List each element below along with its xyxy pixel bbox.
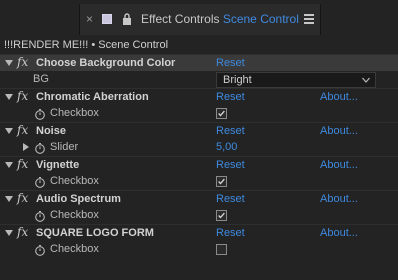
checkbox[interactable] xyxy=(216,244,227,255)
about-button[interactable]: About... xyxy=(320,125,358,137)
effect-name: Vignette xyxy=(36,159,80,171)
effect-row-audio-spectrum[interactable]: fx Audio Spectrum Reset About... xyxy=(0,190,398,207)
twirl-down-icon[interactable] xyxy=(5,93,13,101)
effect-controls-panel: !!!RENDER ME!!! • Scene Control fx Choos… xyxy=(0,37,398,280)
reset-button[interactable]: Reset xyxy=(216,125,245,137)
param-row-checkbox: Checkbox xyxy=(0,241,398,258)
param-label: Checkbox xyxy=(50,209,99,221)
reset-button[interactable]: Reset xyxy=(216,193,245,205)
fx-icon[interactable]: fx xyxy=(17,157,28,171)
chevron-down-icon xyxy=(362,77,370,83)
stopwatch-icon[interactable] xyxy=(34,142,46,154)
dropdown-value: Bright xyxy=(223,74,252,86)
effect-row-vignette[interactable]: fx Vignette Reset About... xyxy=(0,156,398,173)
effect-name: Chromatic Aberration xyxy=(36,91,149,103)
about-button[interactable]: About... xyxy=(320,193,358,205)
param-row-slider: Slider 5,00 xyxy=(0,139,398,156)
param-label: Slider xyxy=(50,141,79,153)
param-row-checkbox: Checkbox xyxy=(0,173,398,190)
effect-name: SQUARE LOGO FORM xyxy=(36,227,154,239)
lock-icon[interactable] xyxy=(121,12,133,26)
about-button[interactable]: About... xyxy=(320,91,358,103)
param-row-checkbox: Checkbox xyxy=(0,105,398,122)
tab-layer-name[interactable]: Scene Control xyxy=(223,12,299,26)
close-icon[interactable]: × xyxy=(86,13,96,25)
fx-icon[interactable]: fx xyxy=(17,55,28,69)
slider-value[interactable]: 5,00 xyxy=(216,141,237,153)
effect-row-square-logo-form[interactable]: fx SQUARE LOGO FORM Reset About... xyxy=(0,224,398,241)
fx-icon[interactable]: fx xyxy=(17,191,28,205)
fx-icon[interactable]: fx xyxy=(17,225,28,239)
fx-icon[interactable]: fx xyxy=(17,123,28,137)
reset-button[interactable]: Reset xyxy=(216,227,245,239)
reset-button[interactable]: Reset xyxy=(216,57,245,69)
effect-row-noise[interactable]: fx Noise Reset About... xyxy=(0,122,398,139)
checkbox[interactable] xyxy=(216,176,227,187)
effect-name: Noise xyxy=(36,125,66,137)
param-label: BG xyxy=(33,73,49,85)
twirl-down-icon[interactable] xyxy=(5,59,13,67)
tab-title-label: Effect Controls xyxy=(141,12,220,26)
about-button[interactable]: About... xyxy=(320,159,358,171)
breadcrumb: !!!RENDER ME!!! • Scene Control xyxy=(4,39,169,51)
label-color-swatch xyxy=(102,14,112,24)
menu-icon[interactable] xyxy=(304,14,314,24)
stopwatch-icon[interactable] xyxy=(34,176,46,188)
twirl-down-icon[interactable] xyxy=(5,161,13,169)
param-label: Checkbox xyxy=(50,175,99,187)
fx-icon[interactable]: fx xyxy=(17,89,28,103)
reset-button[interactable]: Reset xyxy=(216,91,245,103)
effect-controls-tab[interactable]: × Effect Controls Scene Control xyxy=(79,4,321,35)
param-row-bg: BG Bright xyxy=(0,71,398,88)
param-label: Checkbox xyxy=(50,107,99,119)
effect-name: Choose Background Color xyxy=(36,57,176,69)
stopwatch-icon[interactable] xyxy=(34,108,46,120)
param-label: Checkbox xyxy=(50,243,99,255)
about-button[interactable]: About... xyxy=(320,227,358,239)
bg-dropdown[interactable]: Bright xyxy=(216,72,376,88)
stopwatch-icon[interactable] xyxy=(34,244,46,256)
twirl-down-icon[interactable] xyxy=(5,127,13,135)
checkbox[interactable] xyxy=(216,210,227,221)
twirl-down-icon[interactable] xyxy=(5,195,13,203)
param-row-checkbox: Checkbox xyxy=(0,207,398,224)
stopwatch-icon[interactable] xyxy=(34,210,46,222)
tab-title: Effect Controls Scene Control xyxy=(141,12,299,26)
twirl-right-icon[interactable] xyxy=(22,143,30,151)
reset-button[interactable]: Reset xyxy=(216,159,245,171)
effect-name: Audio Spectrum xyxy=(36,193,121,205)
checkbox[interactable] xyxy=(216,108,227,119)
effect-row-chromatic-aberration[interactable]: fx Chromatic Aberration Reset About... xyxy=(0,88,398,105)
twirl-down-icon[interactable] xyxy=(5,229,13,237)
effect-row-choose-background-color[interactable]: fx Choose Background Color Reset xyxy=(0,54,398,71)
